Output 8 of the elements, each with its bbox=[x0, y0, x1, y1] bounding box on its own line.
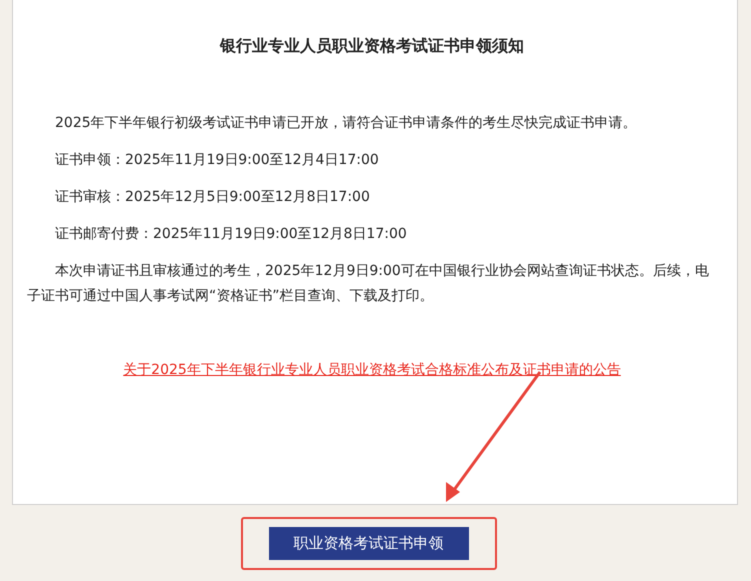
notice-title: 银行业专业人员职业资格考试证书申领须知 bbox=[218, 36, 525, 57]
notice-paragraph: 证书审核：2025年12月5日9:00至12月8日17:00 bbox=[54, 188, 371, 207]
announcement-link[interactable]: 关于2025年下半年银行业专业人员职业资格考试合格标准公布及证书申请的公告 bbox=[123, 362, 621, 378]
notice-paragraph: 本次申请证书且审核通过的考生，2025年12月9日9:00可在中国银行业协会网站查询证书状态。后续，电子证书可通过中国人事考试网“资格证书”栏目查询、下载及打印。 bbox=[27, 262, 710, 306]
notice-paragraph: 证书申领：2025年11月19日9:00至12月4日17:00 bbox=[54, 151, 380, 170]
apply-button[interactable]: 职业资格考试证书申领 bbox=[268, 527, 468, 560]
notice-paragraph: 2025年下半年银行初级考试证书申请已开放，请符合证书申请条件的考生尽快完成证书申请。 bbox=[54, 114, 638, 133]
notice-paragraph: 证书邮寄付费：2025年11月19日9:00至12月8日17:00 bbox=[54, 225, 408, 244]
